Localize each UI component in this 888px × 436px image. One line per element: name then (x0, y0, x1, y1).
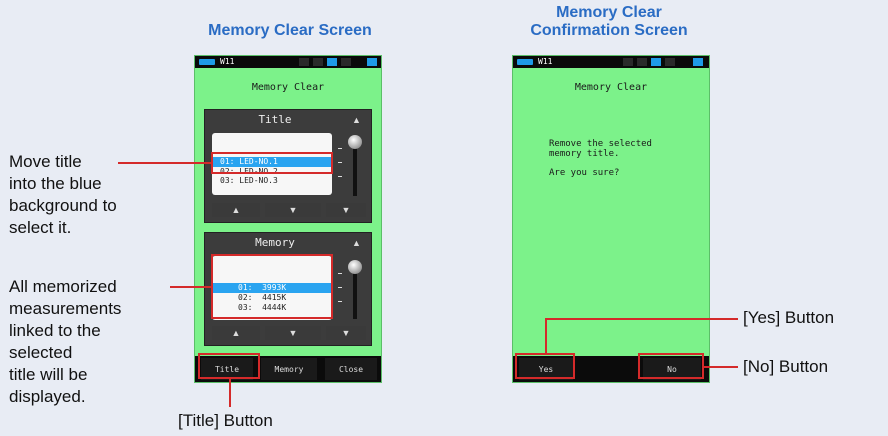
battery-icon (199, 59, 215, 65)
note-line: selected (9, 343, 73, 362)
callout-title-button: [Title] Button (178, 411, 273, 430)
highlight-title-button (198, 353, 260, 379)
heading-confirmation-line2: Confirmation Screen (530, 22, 688, 39)
indicator-icon (341, 58, 351, 66)
note-line: background to (9, 196, 117, 215)
confirmation-message-line1: Remove the selected (549, 139, 652, 149)
note-line: displayed. (9, 387, 86, 406)
status-bar: W11 (195, 56, 381, 68)
callout-line-no (704, 366, 738, 368)
wireless-icon (327, 58, 337, 66)
highlight-no-button (638, 353, 704, 379)
note-line: select it. (9, 218, 72, 237)
heading-memory-clear-screen: Memory Clear Screen (208, 22, 372, 39)
memory-up-button[interactable]: ▲ (212, 326, 260, 340)
title-down-button[interactable]: ▼ (265, 203, 321, 217)
highlight-selected-title (211, 152, 333, 174)
status-bar: W11 (513, 56, 709, 68)
memory-down-button[interactable]: ▼ (265, 326, 321, 340)
callout-line-yes-horizontal (545, 318, 738, 320)
battery-icon (517, 59, 533, 65)
indicator-icon (665, 58, 675, 66)
memory-button[interactable]: Memory (261, 358, 317, 380)
screen-title: Memory Clear (251, 82, 325, 93)
highlight-yes-button (515, 353, 575, 379)
scroll-top-icon[interactable]: ▲ (352, 115, 361, 125)
callout-line-memorized (170, 286, 212, 288)
scroll-tick (338, 176, 342, 177)
indicator-icon (299, 58, 309, 66)
callout-line-move-title (118, 162, 212, 164)
callout-line-title-button (229, 379, 231, 407)
confirmation-message-line2: memory title. (549, 149, 620, 159)
title-panel-label: Title (258, 113, 292, 126)
confirmation-question: Are you sure? (549, 168, 620, 178)
status-mode: W11 (220, 57, 235, 66)
heading-confirmation-screen: Memory Clear Confirmation Screen (490, 4, 728, 40)
screen-title: Memory Clear (574, 82, 648, 93)
wireless-icon (651, 58, 661, 66)
note-line: All memorized (9, 277, 117, 296)
indicator-icon (637, 58, 647, 66)
memory-bottom-button[interactable]: ▼ (326, 326, 366, 340)
scroll-tick (338, 287, 342, 288)
memory-panel-label: Memory (255, 236, 295, 249)
note-line: title will be (9, 365, 88, 384)
note-line: into the blue (9, 174, 102, 193)
note-memorized-measurements: All memorized measurements linked to the… (9, 276, 121, 408)
heading-confirmation-line1: Memory Clear (556, 4, 662, 21)
note-move-title: Move title into the blue background to s… (9, 151, 117, 239)
status-mode: W11 (538, 57, 553, 66)
indicator-icon (623, 58, 633, 66)
title-scroll-knob[interactable] (348, 135, 362, 149)
note-line: linked to the (9, 321, 101, 340)
memory-scroll-knob[interactable] (348, 260, 362, 274)
callout-no-button: [No] Button (743, 357, 829, 376)
scroll-tick (338, 148, 342, 149)
scroll-tick (338, 273, 342, 274)
close-button[interactable]: Close (325, 358, 377, 380)
callout-yes-button: [Yes] Button (743, 308, 835, 327)
memory-clear-screen: W11 Memory Clear Title ▲ 01: LED-NO.1 02… (194, 55, 382, 383)
lock-icon (367, 58, 377, 66)
scroll-tick (338, 301, 342, 302)
title-list-item[interactable]: 03: LED-NO.3 (212, 176, 332, 186)
highlight-memory-list (211, 254, 333, 319)
scroll-tick (338, 162, 342, 163)
lock-icon (693, 58, 703, 66)
callout-line-yes-vertical (545, 318, 547, 354)
memory-clear-confirmation-screen: W11 Memory Clear Remove the selected mem… (512, 55, 710, 383)
title-up-button[interactable]: ▲ (212, 203, 260, 217)
indicator-icon (313, 58, 323, 66)
note-line: measurements (9, 299, 122, 318)
scroll-top-icon[interactable]: ▲ (352, 238, 361, 248)
note-line: Move title (9, 152, 82, 171)
title-bottom-button[interactable]: ▼ (326, 203, 366, 217)
